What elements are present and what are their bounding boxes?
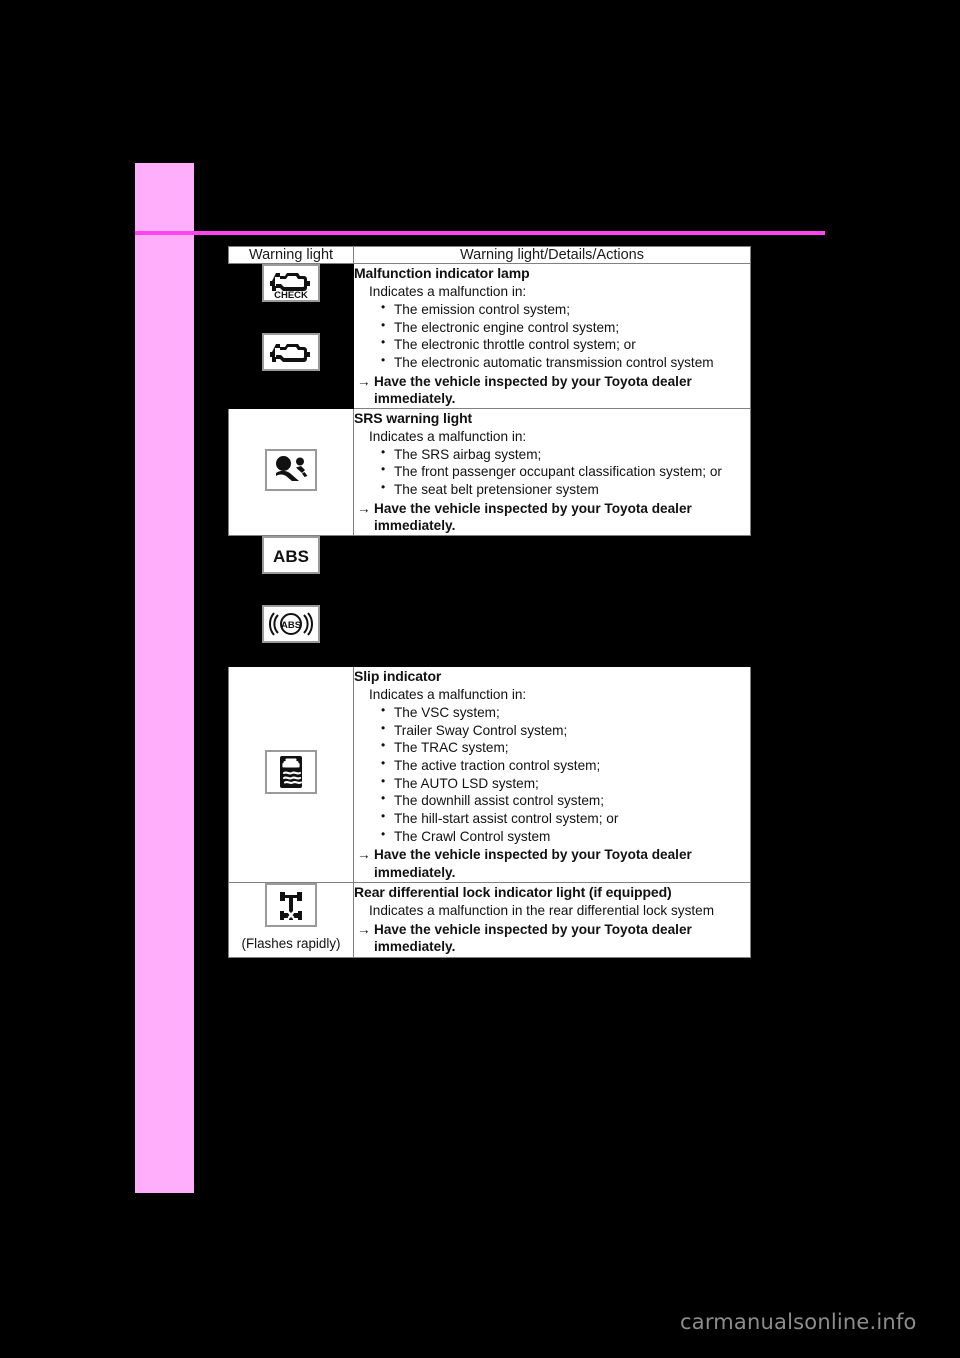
table-row: SRS warning light Indicates a malfunctio… — [228, 407, 751, 537]
abs-text-icon: ABS — [262, 536, 320, 575]
row-action: Have the vehicle inspected by your Toyot… — [357, 846, 750, 881]
list-item: The Crawl Control system — [379, 827, 750, 846]
section-rule — [135, 231, 825, 235]
icon-cell-abs-warning-light: ABS ABS — [228, 535, 354, 668]
table-row: Slip indicator Indicates a malfunction i… — [228, 666, 751, 883]
icon-cell-slip-indicator — [228, 666, 354, 883]
icon-spacer — [262, 579, 320, 605]
row-subtitle: Indicates a malfunction in: — [369, 687, 527, 703]
text-cell-srs-warning-light: SRS warning light Indicates a malfunctio… — [353, 407, 751, 537]
list-item: The active traction control system; — [379, 756, 750, 775]
svg-text:ABS: ABS — [273, 547, 309, 566]
list-item: The downhill assist control system; — [379, 791, 750, 810]
row-action: Have the vehicle inspected by your Toyot… — [357, 373, 750, 408]
column-header-warning-light: Warning light — [228, 246, 354, 264]
list-item: The front passenger occupant classificat… — [379, 462, 750, 481]
list-item: The seat belt pretensioner system — [379, 480, 750, 499]
icon-caption-flashes-rapidly: (Flashes rapidly) — [241, 935, 341, 951]
row-title: Malfunction indicator lamp — [354, 265, 530, 281]
icon-cell-malfunction-indicator-lamp: CHECK — [228, 263, 354, 409]
row-title: Rear differential lock indicator light (… — [354, 883, 672, 900]
row-title: SRS warning light — [354, 409, 473, 426]
list-item: The electronic throttle control system; … — [379, 335, 750, 354]
table-row: ABS ABS — [228, 535, 751, 668]
row-subtitle: Indicates a malfunction in: — [369, 429, 527, 445]
srs-airbag-icon — [265, 448, 317, 491]
bullet-list: The VSC system; Trailer Sway Control sys… — [379, 703, 750, 846]
list-item: The VSC system; — [379, 703, 750, 722]
abs-circle-icon: ABS — [262, 605, 320, 644]
icon-spacer — [262, 307, 320, 333]
text-cell-abs-warning-light — [353, 535, 751, 668]
check-engine-check-text-icon: CHECK — [262, 264, 320, 302]
table-row: (Flashes rapidly) Rear differential lock… — [228, 881, 751, 958]
row-action: Have the vehicle inspected by your Toyot… — [357, 921, 750, 956]
svg-text:ABS: ABS — [281, 620, 301, 631]
row-title: Slip indicator — [354, 668, 442, 685]
table-header-row: Warning light Warning light/Details/Acti… — [228, 246, 751, 264]
list-item: The emission control system; — [379, 300, 750, 319]
icon-cell-srs-warning-light — [228, 407, 354, 537]
column-header-details: Warning light/Details/Actions — [353, 246, 751, 264]
text-cell-malfunction-indicator-lamp: Malfunction indicator lamp Indicates a m… — [353, 263, 751, 409]
table-row: CHECK Malfunction indicator lamp Indicat… — [228, 263, 751, 409]
bullet-list: The emission control system; The electro… — [379, 300, 750, 372]
row-subtitle: Indicates a malfunction in the rear diff… — [369, 902, 715, 918]
svg-text:CHECK: CHECK — [274, 290, 308, 300]
list-item: The electronic automatic transmission co… — [379, 353, 750, 372]
text-cell-rear-differential-lock: Rear differential lock indicator light (… — [353, 881, 751, 958]
bullet-list: The SRS airbag system; The front passeng… — [379, 445, 750, 499]
text-cell-slip-indicator: Slip indicator Indicates a malfunction i… — [353, 666, 751, 883]
row-action: Have the vehicle inspected by your Toyot… — [357, 500, 750, 535]
check-engine-icon — [262, 333, 320, 371]
warning-light-table: Warning light Warning light/Details/Acti… — [228, 246, 751, 958]
list-item: Trailer Sway Control system; — [379, 721, 750, 740]
page-side-tab — [135, 163, 194, 1193]
list-item: The AUTO LSD system; — [379, 774, 750, 793]
list-item: The SRS airbag system; — [379, 445, 750, 464]
list-item: The electronic engine control system; — [379, 318, 750, 337]
slip-indicator-icon — [265, 749, 317, 794]
list-item: The TRAC system; — [379, 738, 750, 757]
site-watermark: carmanualsonline.info — [680, 1310, 917, 1334]
row-subtitle: Indicates a malfunction in: — [369, 284, 527, 300]
list-item: The hill-start assist control system; or — [379, 809, 750, 828]
rear-differential-lock-icon — [265, 882, 317, 927]
icon-cell-rear-differential-lock: (Flashes rapidly) — [228, 881, 354, 958]
